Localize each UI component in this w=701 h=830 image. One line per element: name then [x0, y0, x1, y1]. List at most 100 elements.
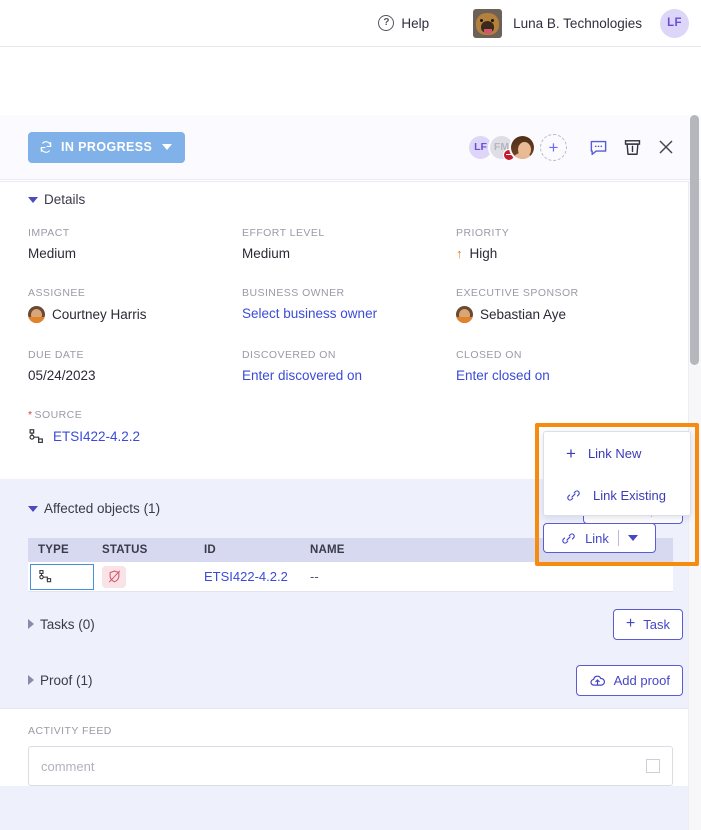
question-circle-icon: ?: [378, 15, 395, 31]
type-cell-selected[interactable]: [30, 563, 94, 590]
details-section-header[interactable]: Details: [0, 181, 701, 213]
details-row-3: DUE DATE 05/24/2023 DISCOVERED ON Enter …: [28, 349, 673, 383]
field-value[interactable]: Enter closed on: [456, 368, 670, 383]
chevron-down-icon: [162, 144, 173, 150]
avatar: [456, 306, 473, 323]
field-value: High: [469, 246, 498, 261]
organization-logo: [473, 8, 503, 38]
add-member-button[interactable]: +: [540, 133, 567, 161]
field-value[interactable]: 05/24/2023: [28, 368, 242, 383]
organization-name: Luna B. Technologies: [513, 15, 642, 31]
source-value-row[interactable]: ETSI422-4.2.2: [28, 428, 242, 445]
comment-bubble-icon: [590, 140, 606, 155]
field-label: ASSIGNEE: [28, 287, 86, 299]
cell-id[interactable]: ETSI422-4.2.2: [204, 569, 310, 584]
sync-arrows-icon: [40, 141, 52, 153]
table-row[interactable]: ETSI422-4.2.2 --: [28, 562, 673, 592]
add-proof-label: Add proof: [613, 672, 670, 688]
add-task-button[interactable]: + Task: [612, 608, 683, 640]
column-header-type: TYPE: [38, 544, 69, 556]
field-value-wrap[interactable]: Sebastian Aye: [456, 306, 670, 323]
menu-item-label: Link New: [587, 445, 642, 461]
field-value[interactable]: Select business owner: [242, 306, 456, 321]
menu-item-link-existing[interactable]: Link Existing: [544, 474, 690, 516]
node-tree-icon: [29, 429, 43, 443]
field-business-owner: BUSINESS OWNER Select business owner: [242, 287, 456, 323]
toolbar-right-group: LF FM +: [467, 130, 701, 164]
field-label: BUSINESS OWNER: [242, 287, 345, 299]
field-value-wrap[interactable]: ↑ High: [456, 246, 670, 261]
tasks-section: Tasks (0) + Task: [0, 596, 701, 652]
close-button[interactable]: [649, 130, 683, 164]
field-label: EFFORT LEVEL: [242, 227, 325, 239]
menu-item-link-new[interactable]: + Link New: [544, 432, 690, 474]
chain-link-icon: [562, 532, 575, 544]
details-section-title: Details: [44, 192, 86, 207]
cloud-upload-icon: [590, 675, 605, 686]
field-value[interactable]: Medium: [28, 246, 242, 261]
chain-link-icon: [567, 489, 580, 501]
add-task-label: Task: [643, 616, 670, 632]
details-row-1: IMPACT Medium EFFORT LEVEL Medium PRIORI…: [28, 227, 673, 261]
field-source: * SOURCE ETSI422-4.2.2: [28, 409, 242, 445]
field-executive-sponsor: EXECUTIVE SPONSOR Sebastian Aye: [456, 287, 670, 323]
comment-placeholder: comment: [41, 758, 95, 774]
column-header-id: ID: [204, 544, 216, 556]
vertical-scrollbar-thumb[interactable]: [690, 115, 699, 365]
source-label-text: SOURCE: [34, 409, 83, 421]
status-label: IN PROGRESS: [61, 140, 153, 154]
avatar: [28, 306, 45, 323]
chevron-right-icon: [28, 675, 34, 685]
tasks-toggle[interactable]: Tasks (0): [28, 617, 95, 632]
field-label: CLOSED ON: [456, 349, 522, 361]
field-value[interactable]: Enter discovered on: [242, 368, 456, 383]
field-priority: PRIORITY ↑ High: [456, 227, 670, 261]
field-due-date: DUE DATE 05/24/2023: [28, 349, 242, 383]
field-label: EXECUTIVE SPONSOR: [456, 287, 579, 299]
source-value: ETSI422-4.2.2: [53, 429, 141, 444]
cell-status: [102, 565, 204, 588]
link-trigger-label: Link: [585, 530, 609, 546]
status-dropdown-button[interactable]: IN PROGRESS: [28, 131, 186, 163]
proof-toggle[interactable]: Proof (1): [28, 673, 93, 688]
record-action-toolbar: IN PROGRESS LF FM +: [0, 115, 701, 180]
field-value-wrap[interactable]: Courtney Harris: [28, 306, 242, 323]
proof-title: Proof (1): [40, 672, 93, 688]
organization-switcher[interactable]: Luna B. Technologies: [473, 8, 642, 38]
avatar-member-3[interactable]: [509, 133, 536, 161]
link-dropdown-trigger[interactable]: Link: [543, 523, 656, 553]
field-label: DUE DATE: [28, 349, 84, 361]
archive-button[interactable]: [615, 130, 649, 164]
field-closed-on: CLOSED ON Enter closed on: [456, 349, 670, 383]
field-label: IMPACT: [28, 227, 70, 239]
cell-type[interactable]: [28, 563, 102, 590]
comment-input[interactable]: comment: [28, 746, 673, 786]
chevron-down-icon: [627, 535, 638, 541]
status-badge: [102, 565, 126, 588]
user-avatar[interactable]: LF: [660, 8, 689, 38]
help-button[interactable]: ? Help: [378, 15, 429, 31]
expand-editor-icon[interactable]: [646, 759, 660, 773]
affected-objects-toggle[interactable]: Affected objects (1): [28, 501, 160, 516]
app-root: ? Help Luna B. Technologies LF IN PROGRE…: [0, 0, 701, 830]
arrow-up-icon: ↑: [456, 246, 463, 261]
tasks-title: Tasks (0): [40, 616, 95, 632]
field-label: * SOURCE: [28, 409, 242, 421]
close-x-icon: [659, 140, 673, 154]
plus-icon: +: [566, 443, 576, 463]
activity-feed-section: ACTIVITY FEED comment: [0, 708, 701, 786]
archive-box-icon: [624, 139, 640, 155]
affected-objects-title: Affected objects (1): [44, 501, 161, 516]
field-label: DISCOVERED ON: [242, 349, 336, 361]
column-header-status: STATUS: [102, 544, 148, 556]
chevron-down-icon: [28, 505, 38, 512]
add-proof-button[interactable]: Add proof: [575, 664, 683, 696]
activity-feed-label: ACTIVITY FEED: [28, 725, 112, 737]
field-value[interactable]: Medium: [242, 246, 456, 261]
comment-button[interactable]: [581, 130, 615, 164]
proof-section: Proof (1) Add proof: [0, 652, 701, 708]
field-value: Sebastian Aye: [480, 307, 567, 322]
field-assignee: ASSIGNEE Courtney Harris: [28, 287, 242, 323]
global-header: ? Help Luna B. Technologies LF: [0, 0, 701, 47]
plus-icon: +: [625, 615, 636, 632]
